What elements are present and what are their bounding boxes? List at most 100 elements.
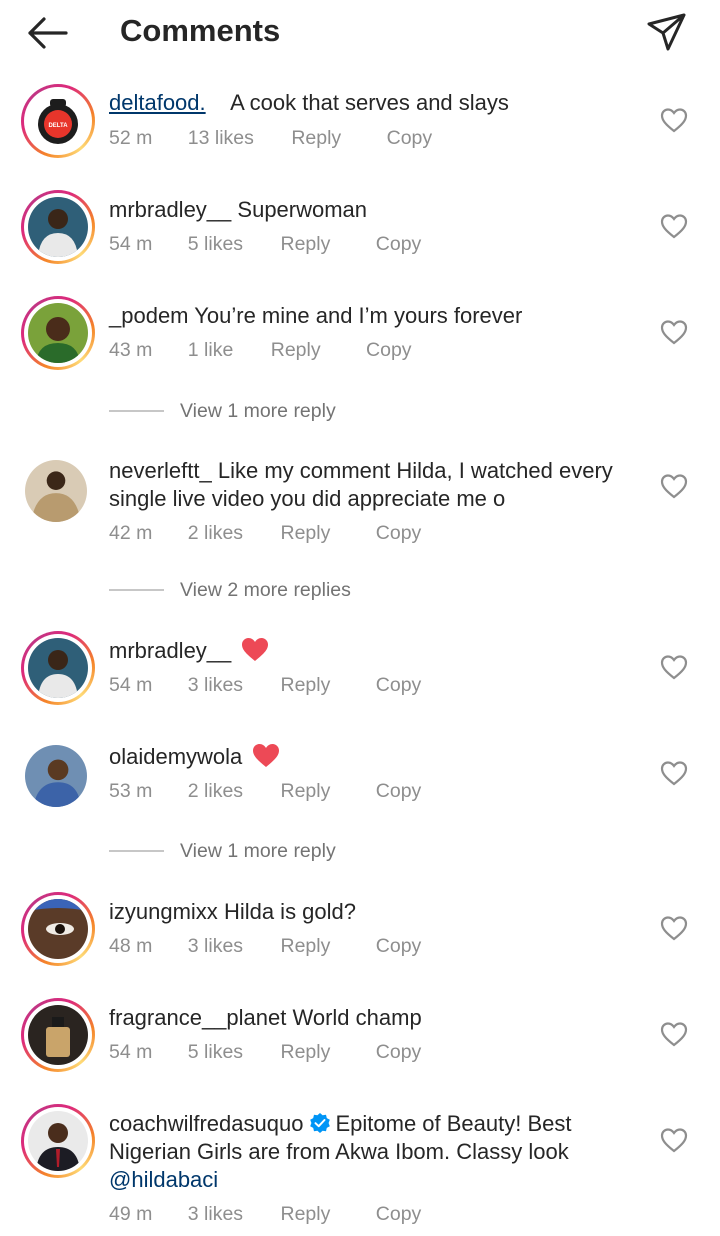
reply-button[interactable]: Reply <box>291 127 341 150</box>
top-bar: Comments <box>0 0 720 66</box>
view-more-replies[interactable]: View 2 more replies <box>109 576 351 604</box>
copy-button[interactable]: Copy <box>366 339 412 362</box>
copy-button[interactable]: Copy <box>387 127 433 150</box>
comment-username[interactable]: _podem <box>109 303 189 328</box>
view-more-label[interactable]: View 1 more reply <box>180 840 336 863</box>
divider <box>109 410 164 412</box>
reply-button[interactable]: Reply <box>271 339 321 362</box>
like-count[interactable]: 3 likes <box>188 674 243 697</box>
copy-button[interactable]: Copy <box>376 674 422 697</box>
comment-text: mrbradley__ Superwoman <box>109 196 629 224</box>
divider <box>109 850 164 852</box>
page-title: Comments <box>120 13 281 48</box>
comment-meta: 42 m 2 likes Reply Copy <box>109 522 421 545</box>
comment-time: 49 m <box>109 1203 153 1225</box>
comment-meta: 53 m 2 likes Reply Copy <box>109 780 421 803</box>
copy-button[interactable]: Copy <box>376 935 422 958</box>
avatar[interactable]: DELTA <box>21 84 95 158</box>
avatar[interactable] <box>21 998 95 1072</box>
like-count[interactable]: 5 likes <box>188 1041 243 1064</box>
heart-outline-icon[interactable] <box>660 319 688 345</box>
comment-username[interactable]: neverleftt_ <box>109 458 212 483</box>
heart-outline-icon[interactable] <box>660 1021 688 1047</box>
avatar[interactable] <box>21 631 95 705</box>
heart-outline-icon[interactable] <box>660 107 688 133</box>
paper-plane-icon[interactable] <box>646 12 688 52</box>
comment-text: neverleftt_ Like my comment Hilda, I wat… <box>109 457 629 513</box>
comment-text: fragrance__planet World champ <box>109 1004 629 1032</box>
comment-body: A cook that serves and slays <box>230 90 509 115</box>
comment-text: coachwilfredasuquo Epitome of Beauty! Bes… <box>109 1110 609 1194</box>
heart-outline-icon[interactable] <box>660 1127 688 1153</box>
svg-text:DELTA: DELTA <box>48 123 68 129</box>
comment-username[interactable]: mrbradley__ <box>109 197 231 222</box>
view-more-label[interactable]: View 2 more replies <box>180 579 351 602</box>
copy-button[interactable]: Copy <box>376 233 422 256</box>
heart-outline-icon[interactable] <box>660 654 688 680</box>
comment-text: olaidemywola <box>109 743 629 771</box>
comment-meta: 54 m 5 likes Reply Copy <box>109 1041 421 1064</box>
heart-outline-icon[interactable] <box>660 473 688 499</box>
reply-button[interactable]: Reply <box>280 780 330 803</box>
comment-meta: 54 m 3 likes Reply Copy <box>109 674 421 697</box>
heart-outline-icon[interactable] <box>660 760 688 786</box>
avatar[interactable] <box>21 296 95 370</box>
comment-username[interactable]: mrbradley__ <box>109 638 231 663</box>
comment-time: 54 m <box>109 1041 153 1063</box>
reply-button[interactable]: Reply <box>280 522 330 545</box>
comment-meta: 52 m 13 likes Reply Copy <box>109 127 432 150</box>
verified-badge-icon <box>310 1113 331 1133</box>
like-count[interactable]: 3 likes <box>188 1203 243 1226</box>
comment-username[interactable]: olaidemywola <box>109 744 242 769</box>
comment-time: 48 m <box>109 935 153 957</box>
comment-username[interactable]: izyungmixx <box>109 899 218 924</box>
red-heart-emoji <box>253 744 280 767</box>
comment-body: World champ <box>292 1005 422 1030</box>
comment-time: 43 m <box>109 339 153 361</box>
comment-time: 54 m <box>109 233 153 255</box>
heart-outline-icon[interactable] <box>660 915 688 941</box>
view-more-label[interactable]: View 1 more reply <box>180 400 336 423</box>
copy-button[interactable]: Copy <box>376 1041 422 1064</box>
comment-body: Superwoman <box>237 197 368 222</box>
comment-time: 54 m <box>109 674 153 696</box>
like-count[interactable]: 1 like <box>188 339 234 362</box>
avatar[interactable] <box>21 1104 95 1178</box>
avatar[interactable] <box>21 892 95 966</box>
comment-time: 53 m <box>109 780 153 802</box>
comment-username[interactable]: coachwilfredasuquo <box>109 1111 303 1136</box>
mention-link[interactable]: @hildabaci <box>109 1167 218 1192</box>
like-count[interactable]: 2 likes <box>188 522 243 545</box>
like-count[interactable]: 5 likes <box>188 233 243 256</box>
copy-button[interactable]: Copy <box>376 522 422 545</box>
comment-text: _podem You’re mine and I’m yours forever <box>109 302 629 330</box>
view-more-replies[interactable]: View 1 more reply <box>109 837 336 865</box>
heart-outline-icon[interactable] <box>660 213 688 239</box>
comment-time: 52 m <box>109 127 153 149</box>
comment-text: deltafood. A cook that serves and slays <box>109 89 629 117</box>
avatar[interactable] <box>25 745 87 807</box>
comment-meta: 54 m 5 likes Reply Copy <box>109 233 421 256</box>
like-count[interactable]: 2 likes <box>188 780 243 803</box>
divider <box>109 589 164 591</box>
reply-button[interactable]: Reply <box>280 233 330 256</box>
reply-button[interactable]: Reply <box>280 674 330 697</box>
comment-meta: 48 m 3 likes Reply Copy <box>109 935 421 958</box>
view-more-replies[interactable]: View 1 more reply <box>109 397 336 425</box>
reply-button[interactable]: Reply <box>280 1041 330 1064</box>
comment-time: 42 m <box>109 522 153 544</box>
comment-text: izyungmixx Hilda is gold? <box>109 898 629 926</box>
avatar[interactable] <box>25 460 87 522</box>
avatar[interactable] <box>21 190 95 264</box>
arrow-left-icon[interactable] <box>26 16 68 50</box>
copy-button[interactable]: Copy <box>376 780 422 803</box>
like-count[interactable]: 3 likes <box>188 935 243 958</box>
comment-meta: 49 m 3 likes Reply Copy <box>109 1203 421 1226</box>
reply-button[interactable]: Reply <box>280 1203 330 1226</box>
like-count[interactable]: 13 likes <box>188 127 254 150</box>
comment-body: You’re mine and I’m yours forever <box>194 303 523 328</box>
comment-username[interactable]: deltafood. <box>109 90 206 115</box>
reply-button[interactable]: Reply <box>280 935 330 958</box>
copy-button[interactable]: Copy <box>376 1203 422 1226</box>
comment-username[interactable]: fragrance__planet <box>109 1005 286 1030</box>
